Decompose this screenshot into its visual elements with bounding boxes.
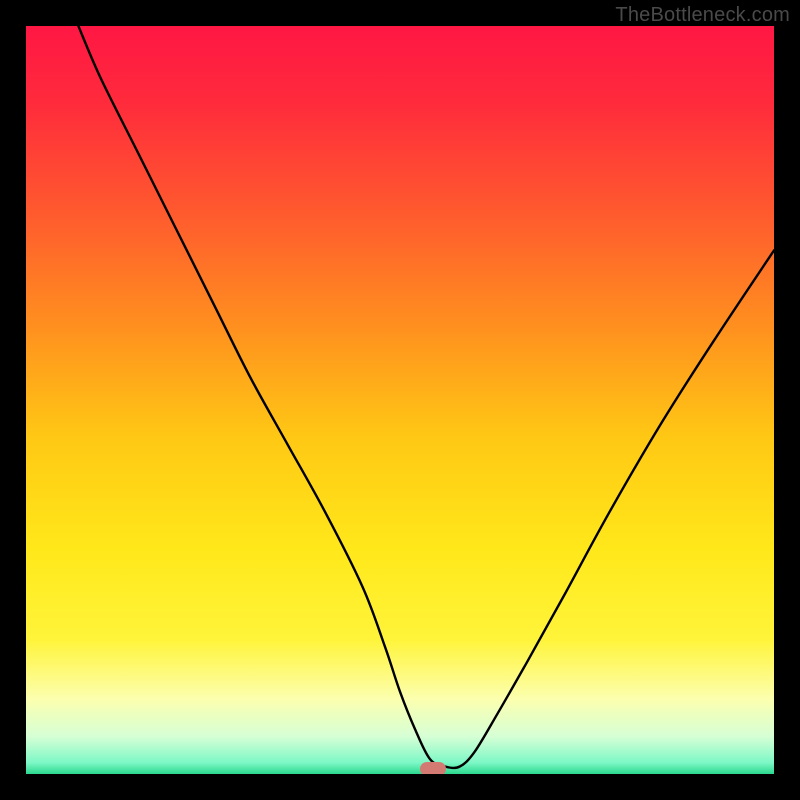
- chart-frame: TheBottleneck.com: [0, 0, 800, 800]
- optimal-marker: [420, 762, 446, 774]
- watermark-text: TheBottleneck.com: [615, 4, 790, 27]
- bottleneck-curve: [26, 26, 774, 774]
- plot-area: [26, 26, 774, 774]
